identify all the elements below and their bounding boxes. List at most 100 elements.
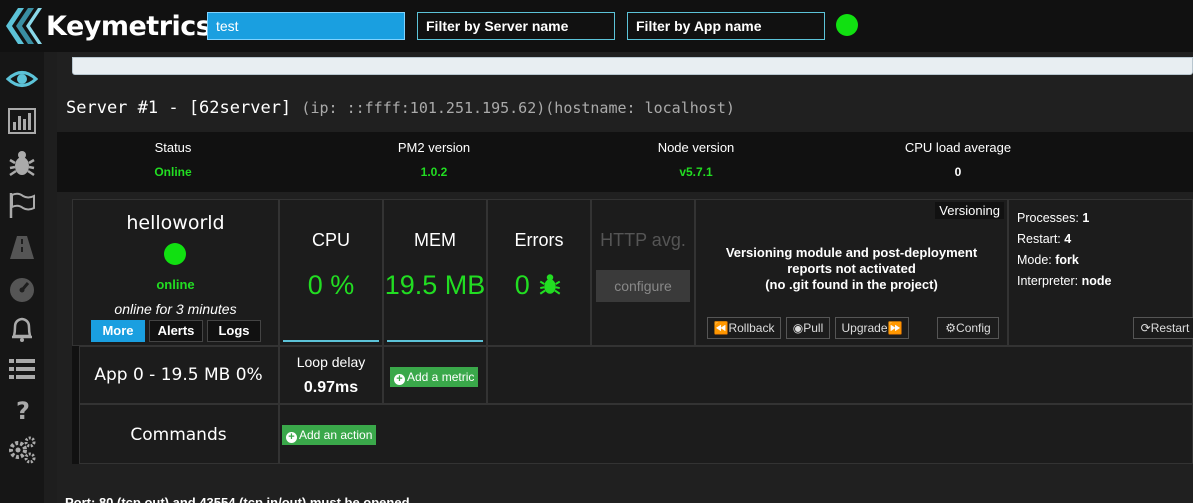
keymetrics-logo-icon — [6, 8, 42, 44]
interpreter-row: Interpreter: node — [1017, 271, 1111, 292]
top-bar: Keymetrics test Filter by Server name Fi… — [0, 0, 1193, 52]
http-label: HTTP avg. — [600, 230, 686, 250]
mem-metric: MEM 19.5 MB — [383, 199, 487, 346]
add-action-button[interactable]: + Add an action — [282, 425, 377, 445]
more-button[interactable]: More — [91, 320, 145, 342]
logs-button[interactable]: Logs — [207, 320, 261, 342]
commands-label: Commands — [130, 425, 227, 445]
restart-button-label: Restart — [1150, 321, 1190, 335]
processes-label: Processes: — [1017, 211, 1079, 225]
cpu-metric: CPU 0 % — [279, 199, 383, 346]
svg-text:?: ? — [16, 397, 30, 424]
process-details: Processes: 1 Restart: 4 Mode: fork Inter… — [1017, 208, 1111, 292]
brand-logo[interactable]: Keymetrics — [4, 4, 212, 48]
help-icon[interactable]: ? — [6, 394, 38, 425]
restart-label: Restart: — [1017, 232, 1061, 246]
app-uptime: online for 3 minutes — [114, 301, 237, 317]
port-notice: Port: 80 (tcp out) and 43554 (tcp in/out… — [65, 495, 410, 503]
stat-value: Online — [154, 165, 192, 179]
stat-pm2-version: PM2 version 1.0.2 — [384, 140, 484, 179]
bell-icon[interactable] — [6, 314, 38, 344]
pull-button[interactable]: ◉Pull — [786, 317, 830, 339]
alerts-button[interactable]: Alerts — [149, 320, 203, 342]
configure-button[interactable]: configure — [596, 270, 690, 302]
server-details: (ip: ::ffff:101.251.195.62)(hostname: lo… — [301, 99, 735, 117]
plus-icon: + — [394, 374, 405, 385]
add-metric-button[interactable]: + Add a metric — [390, 367, 479, 387]
commands-label-cell: Commands — [79, 404, 279, 464]
bug-icon[interactable] — [6, 148, 38, 178]
app-name: helloworld — [126, 212, 225, 234]
process-info: Processes: 1 Restart: 4 Mode: fork Inter… — [1008, 199, 1193, 346]
loop-delay-metric: Loop delay 0.97ms — [279, 346, 383, 404]
instance-empty-cell — [487, 346, 1193, 404]
mem-label: MEM — [414, 230, 456, 250]
mem-sparkline — [387, 340, 483, 342]
rollback-button[interactable]: ⏪Rollback — [707, 317, 781, 339]
gear-icon: ⚙ — [945, 321, 957, 335]
loop-delay-label: Loop delay — [296, 354, 366, 370]
cpu-sparkline — [283, 340, 379, 342]
stat-value: v5.7.1 — [679, 165, 713, 179]
config-button[interactable]: ⚙Config — [937, 317, 999, 339]
interpreter-value: node — [1081, 274, 1112, 288]
server-title: Server #1 - [62server] (ip: ::ffff:101.2… — [66, 98, 735, 118]
server-filter-input[interactable]: Filter by Server name — [417, 12, 615, 40]
bar-chart-icon[interactable] — [6, 106, 38, 136]
errors-value-wrap: 0 — [488, 270, 590, 301]
flag-icon[interactable] — [6, 190, 38, 220]
loop-delay-value: 0.97ms — [303, 379, 359, 396]
config-label: Config — [956, 321, 991, 335]
list-icon[interactable] — [6, 354, 38, 384]
top-banner — [72, 57, 1193, 75]
stat-node-version: Node version v5.7.1 — [646, 140, 746, 179]
stat-label: PM2 version — [397, 140, 471, 155]
versioning-message: Versioning module and post-deployment re… — [696, 245, 1007, 293]
rollback-label: Rollback — [728, 321, 775, 335]
processes-row: Processes: 1 — [1017, 208, 1111, 229]
cpu-label: CPU — [311, 230, 350, 250]
add-metric-label: Add a metric — [407, 370, 475, 384]
app-status: online — [156, 277, 195, 292]
dashboard-icon[interactable] — [6, 274, 38, 304]
versioning-line: (no .git found in the project) — [765, 277, 938, 292]
errors-metric[interactable]: Errors 0 — [487, 199, 591, 346]
upgrade-button[interactable]: Upgrade⏩ — [835, 317, 909, 339]
mode-label: Mode: — [1017, 253, 1052, 267]
mode-row: Mode: fork — [1017, 250, 1111, 271]
add-metric-cell: + Add a metric — [383, 346, 487, 404]
instance-label: App 0 - 19.5 MB 0% — [94, 365, 263, 385]
errors-label: Errors — [514, 230, 564, 250]
upgrade-label: Upgrade — [841, 321, 888, 335]
bug-icon — [539, 274, 561, 295]
brand-name: Keymetrics — [46, 11, 212, 42]
app-root: Keymetrics test Filter by Server name Fi… — [0, 0, 1193, 503]
add-action-label: Add an action — [299, 428, 373, 442]
road-icon[interactable] — [6, 232, 38, 262]
rewind-icon: ⏪ — [713, 321, 729, 335]
stat-value: 1.0.2 — [420, 165, 448, 179]
versioning-line: Versioning module and post-deployment — [725, 245, 978, 260]
versioning-panel: Versioning Versioning module and post-de… — [695, 199, 1008, 346]
errors-value: 0 — [514, 270, 530, 300]
restart-button[interactable]: ⟳Restart — [1133, 317, 1193, 339]
connection-status-dot — [836, 14, 858, 36]
search-input[interactable]: test — [207, 12, 405, 40]
stat-label: Status — [154, 140, 192, 155]
app-filter-input[interactable]: Filter by App name — [627, 12, 825, 40]
main-content: Server #1 - [62server] (ip: ::ffff:101.2… — [57, 52, 1193, 503]
eye-icon[interactable] — [5, 64, 39, 94]
pull-label: Pull — [803, 321, 824, 335]
instance-label-cell: App 0 - 19.5 MB 0% — [79, 346, 279, 404]
http-metric: HTTP avg. configure — [591, 199, 695, 346]
mode-value: fork — [1055, 253, 1079, 267]
cpu-value: 0 % — [307, 270, 355, 300]
server-name: Server #1 - [62server] — [66, 98, 292, 118]
app-status-dot — [164, 243, 186, 265]
server-stats-row: Status Online PM2 version 1.0.2 Node ver… — [57, 132, 1193, 192]
restart-row: Restart: 4 — [1017, 229, 1111, 250]
processes-value: 1 — [1082, 211, 1090, 225]
gears-icon[interactable] — [6, 434, 38, 464]
commands-actions-cell: + Add an action — [279, 404, 1193, 464]
interpreter-label: Interpreter: — [1017, 274, 1079, 288]
